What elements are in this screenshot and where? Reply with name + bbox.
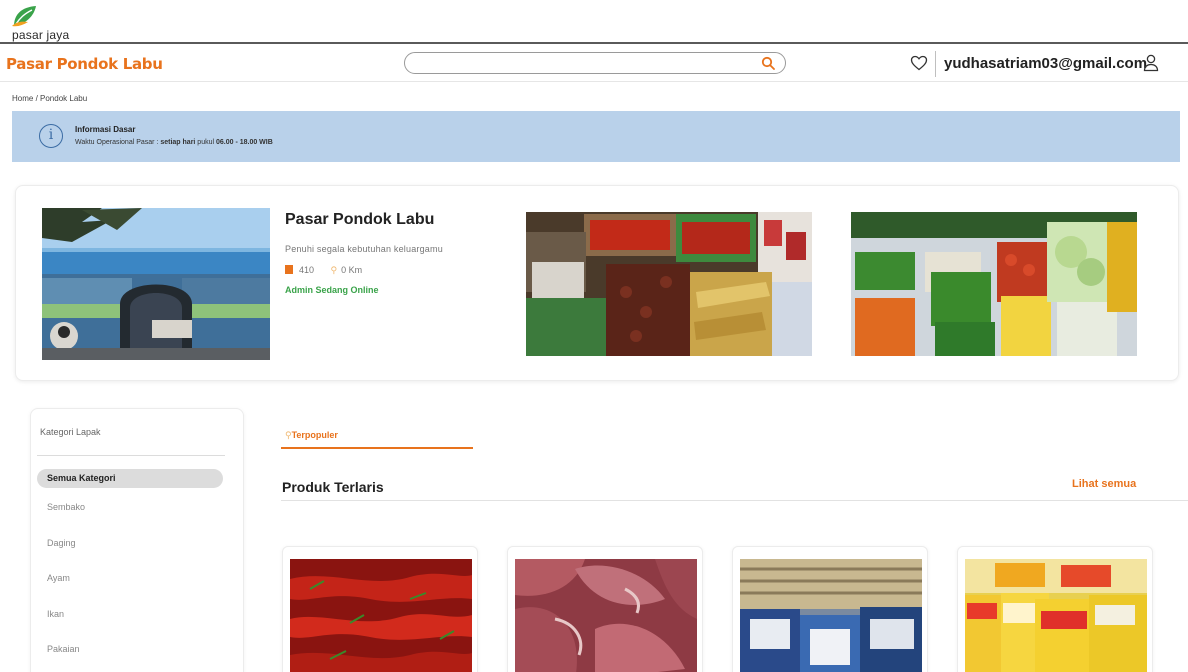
store-icon bbox=[285, 265, 293, 274]
stall-count: 410 bbox=[299, 265, 315, 275]
section-divider bbox=[281, 500, 1188, 501]
page: pasar jaya Pasar Pondok Labu yudhasatria… bbox=[0, 0, 1188, 672]
category-item-sembako[interactable]: Sembako bbox=[37, 498, 223, 517]
breadcrumb[interactable]: Home / Pondok Labu bbox=[12, 94, 87, 103]
tab-label: Terpopuler bbox=[291, 430, 338, 440]
info-days: setiap hari bbox=[160, 139, 196, 146]
info-text-prefix: Waktu Operasional Pasar : bbox=[75, 139, 161, 146]
market-storefront-photo bbox=[42, 208, 270, 360]
search-bar[interactable] bbox=[404, 52, 786, 74]
info-banner: i Informasi Dasar Waktu Operasional Pasa… bbox=[12, 111, 1180, 162]
leaf-icon bbox=[12, 6, 36, 27]
search-icon[interactable] bbox=[761, 56, 775, 70]
market-produce-photo-2 bbox=[851, 212, 1137, 356]
category-item-ikan[interactable]: Ikan bbox=[37, 605, 223, 624]
product-card[interactable] bbox=[957, 546, 1153, 672]
product-image-meat bbox=[515, 559, 697, 672]
market-card: Pasar Pondok Labu Penuhi segala kebutuha… bbox=[15, 185, 1179, 381]
product-image-rice bbox=[740, 559, 922, 672]
heart-icon[interactable] bbox=[910, 55, 928, 71]
section-title: Produk Terlaris bbox=[282, 479, 384, 495]
info-text-mid: pukul bbox=[195, 139, 216, 146]
info-icon: i bbox=[39, 124, 63, 148]
category-sidebar: Kategori Lapak Semua Kategori Sembako Da… bbox=[30, 408, 244, 672]
market-title: Pasar Pondok Labu bbox=[285, 211, 435, 228]
see-all-link[interactable]: Lihat semua bbox=[1072, 478, 1136, 490]
product-card[interactable] bbox=[732, 546, 928, 672]
market-distance: 0 Km bbox=[341, 265, 363, 275]
category-item-ayam[interactable]: Ayam bbox=[37, 569, 223, 588]
location-pin-icon: ⚲ bbox=[330, 265, 338, 275]
info-hours: 06.00 - 18.00 WIB bbox=[215, 139, 273, 146]
category-item-pakaian[interactable]: Pakaian bbox=[37, 640, 223, 659]
market-stats: 410 ⚲ 0 Km bbox=[285, 265, 362, 276]
category-item-semua[interactable]: Semua Kategori bbox=[37, 469, 223, 488]
market-tagline: Penuhi segala kebutuhan keluargamu bbox=[285, 244, 443, 254]
info-text: Waktu Operasional Pasar : setiap hari pu… bbox=[75, 139, 273, 146]
category-item-daging[interactable]: Daging bbox=[37, 534, 223, 553]
header: Pasar Pondok Labu yudhasatriam03@gmail.c… bbox=[0, 46, 1188, 82]
brand-strip: pasar jaya bbox=[0, 0, 1188, 44]
brand-name: pasar jaya bbox=[12, 28, 70, 42]
market-produce-photo-1 bbox=[526, 212, 812, 356]
product-card[interactable] bbox=[282, 546, 478, 672]
search-input[interactable] bbox=[415, 55, 755, 71]
header-divider bbox=[935, 51, 936, 77]
product-card[interactable] bbox=[507, 546, 703, 672]
admin-status: Admin Sedang Online bbox=[285, 285, 379, 295]
product-image-chili bbox=[290, 559, 472, 672]
user-email[interactable]: yudhasatriam03@gmail.com bbox=[944, 55, 1147, 72]
product-image-cooking-oil bbox=[965, 559, 1147, 672]
category-heading: Kategori Lapak bbox=[40, 427, 101, 437]
user-icon[interactable] bbox=[1143, 54, 1159, 72]
location-pin-icon: ⚲ bbox=[285, 430, 292, 440]
sidebar-divider bbox=[37, 455, 225, 456]
info-title: Informasi Dasar bbox=[75, 125, 136, 134]
tab-terpopuler[interactable]: ⚲Terpopuler bbox=[281, 425, 473, 449]
pasar-jaya-logo[interactable]: pasar jaya bbox=[8, 4, 88, 42]
market-name-title[interactable]: Pasar Pondok Labu bbox=[6, 55, 163, 73]
